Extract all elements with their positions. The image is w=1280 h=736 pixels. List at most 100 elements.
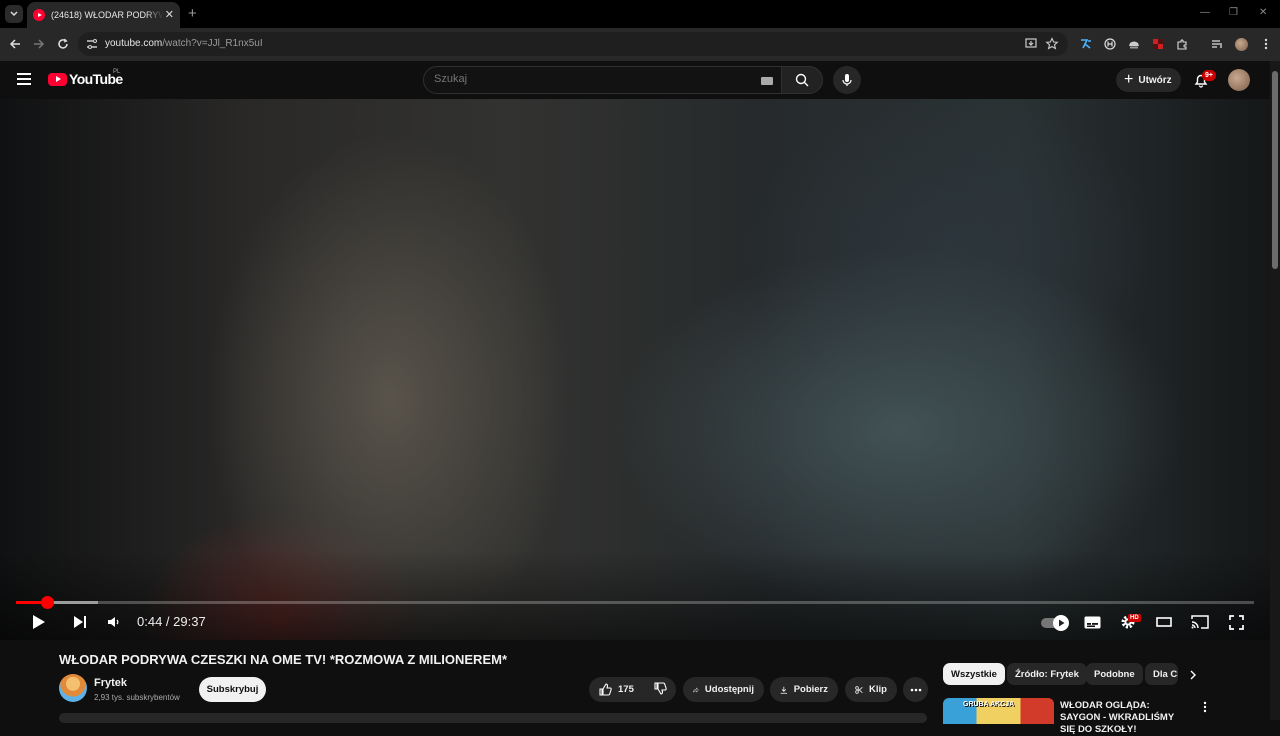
- more-vertical-icon[interactable]: [1200, 700, 1210, 714]
- chip-all[interactable]: Wszystkie: [943, 663, 1005, 685]
- thumbnail-caption: GRUBA AKCJA: [963, 701, 1015, 708]
- tab-close-icon[interactable]: ✕: [165, 9, 174, 21]
- mute-button[interactable]: [105, 611, 123, 633]
- theater-mode-button[interactable]: [1155, 611, 1173, 633]
- video-title: WŁODAR PODRYWA CZESZKI NA OME TV! *ROZMO…: [59, 652, 507, 667]
- search-button[interactable]: [781, 66, 823, 94]
- install-app-icon[interactable]: [1024, 37, 1038, 51]
- restore-icon[interactable]: ❐: [1229, 7, 1238, 18]
- next-video-button[interactable]: [71, 611, 89, 633]
- skip-next-icon: [74, 616, 86, 628]
- fullscreen-icon: [1228, 614, 1244, 630]
- youtube-masthead: YouTube PL + Utwórz 9+: [0, 61, 1270, 99]
- subscribe-button[interactable]: Subskrybuj: [199, 677, 266, 702]
- scissors-icon: [855, 685, 863, 694]
- create-label: Utwórz: [1138, 74, 1172, 86]
- play-button[interactable]: [30, 611, 48, 633]
- chip-from-channel[interactable]: Źródło: Frytek: [1007, 663, 1087, 685]
- reload-button[interactable]: [55, 36, 71, 52]
- download-label: Pobierz: [793, 684, 828, 695]
- chevron-right-icon[interactable]: [1186, 668, 1200, 682]
- keyboard-icon[interactable]: [761, 77, 773, 85]
- extensions-puzzle-icon[interactable]: [1175, 37, 1189, 51]
- youtube-play-logo-icon: [48, 72, 67, 86]
- search-box[interactable]: [423, 66, 782, 94]
- browser-tab-strip: (24618) WŁODAR PODRYWA CZESZKI NA OME TV…: [0, 0, 1280, 28]
- volume-icon: [108, 617, 119, 627]
- clip-label: Klip: [869, 684, 887, 695]
- search-icon: [795, 73, 809, 87]
- chevron-down-icon: [10, 11, 18, 17]
- extension-h-icon[interactable]: [1103, 37, 1117, 51]
- site-settings-icon[interactable]: [85, 37, 99, 51]
- share-button[interactable]: Udostępnij: [683, 677, 764, 702]
- like-count: 175: [618, 684, 634, 695]
- minimize-icon[interactable]: —: [1200, 7, 1210, 18]
- tab-title: (24618) WŁODAR PODRYWA CZESZKI NA OME TV…: [51, 10, 163, 20]
- page-scrollbar[interactable]: [1270, 61, 1280, 720]
- chip-related[interactable]: Podobne: [1086, 663, 1143, 685]
- guide-menu-icon[interactable]: [17, 73, 31, 85]
- url-text[interactable]: youtube.com/watch?v=JJl_R1nx5uI: [105, 38, 263, 49]
- recommendation-thumbnail[interactable]: GRUBA AKCJA: [943, 698, 1054, 724]
- youtube-logo[interactable]: YouTube: [48, 71, 123, 87]
- progress-bar[interactable]: [16, 596, 1254, 609]
- progress-scrubber-handle[interactable]: [40, 596, 54, 609]
- like-button[interactable]: 175: [599, 683, 634, 696]
- download-icon: [780, 686, 788, 694]
- like-dislike-group: 175: [589, 677, 676, 702]
- url-path: /watch?v=JJl_R1nx5uI: [162, 38, 263, 49]
- share-icon: [693, 686, 699, 693]
- cast-button[interactable]: [1190, 611, 1210, 633]
- search-input[interactable]: [434, 73, 734, 85]
- arrow-right-icon: [34, 39, 45, 49]
- browser-menu-icon[interactable]: [1259, 37, 1273, 51]
- back-button[interactable]: [7, 36, 23, 52]
- address-bar[interactable]: youtube.com/watch?v=JJl_R1nx5uI: [78, 32, 1068, 56]
- plus-icon: +: [1124, 71, 1134, 88]
- microphone-icon: [842, 74, 852, 86]
- subtitles-button[interactable]: [1083, 611, 1101, 633]
- create-button[interactable]: + Utwórz: [1116, 68, 1181, 92]
- notifications-badge: 9+: [1202, 70, 1216, 81]
- description-box[interactable]: [59, 713, 927, 723]
- media-controls-icon[interactable]: [1210, 37, 1224, 51]
- voice-search-button[interactable]: [833, 66, 861, 94]
- extension-hat-icon[interactable]: [1127, 37, 1141, 51]
- youtube-favicon-icon: [33, 9, 45, 21]
- tab-search-button[interactable]: [5, 5, 23, 23]
- thumbs-down-icon: [654, 681, 667, 695]
- fullscreen-button[interactable]: [1227, 611, 1245, 633]
- chip-for-you[interactable]: Dla Ciebie: [1145, 663, 1178, 685]
- dislike-button[interactable]: [654, 681, 667, 698]
- current-time: 0:44: [137, 614, 163, 629]
- recommendation-title[interactable]: WŁODAR OGLĄDA: SAYGON - WKRADLIŚMY SIĘ D…: [1060, 700, 1190, 736]
- account-avatar[interactable]: [1228, 69, 1250, 91]
- subscriber-count: 2,93 tys. subskrybentów: [94, 693, 180, 702]
- country-code: PL: [113, 69, 121, 75]
- channel-name[interactable]: Frytek: [94, 677, 127, 689]
- more-actions-button[interactable]: [903, 677, 928, 702]
- channel-avatar[interactable]: [59, 674, 87, 702]
- hd-badge: HD: [1128, 614, 1141, 622]
- url-host: youtube.com: [105, 38, 163, 49]
- profile-avatar-icon[interactable]: [1234, 37, 1248, 51]
- scrollbar-thumb[interactable]: [1272, 71, 1278, 269]
- cast-icon: [1191, 615, 1209, 629]
- extension-red-icon[interactable]: [1151, 37, 1165, 51]
- new-tab-button[interactable]: +: [188, 6, 197, 21]
- browser-toolbar: youtube.com/watch?v=JJl_R1nx5uI: [0, 28, 1280, 61]
- clip-button[interactable]: Klip: [845, 677, 897, 702]
- autoplay-toggle[interactable]: [1041, 615, 1069, 631]
- bookmark-star-icon[interactable]: [1045, 37, 1059, 51]
- forward-button[interactable]: [31, 36, 47, 52]
- extension-translate-icon[interactable]: [1078, 37, 1092, 51]
- window-close-icon[interactable]: ✕: [1259, 7, 1267, 18]
- thumbs-up-icon: [599, 683, 612, 696]
- video-player[interactable]: 0:44 / 29:37 HD: [0, 99, 1270, 640]
- download-button[interactable]: Pobierz: [770, 677, 838, 702]
- browser-tab-active[interactable]: (24618) WŁODAR PODRYWA CZESZKI NA OME TV…: [27, 2, 180, 28]
- time-display: 0:44 / 29:37: [137, 614, 206, 629]
- share-label: Udostępnij: [704, 684, 754, 695]
- play-icon: [33, 615, 45, 629]
